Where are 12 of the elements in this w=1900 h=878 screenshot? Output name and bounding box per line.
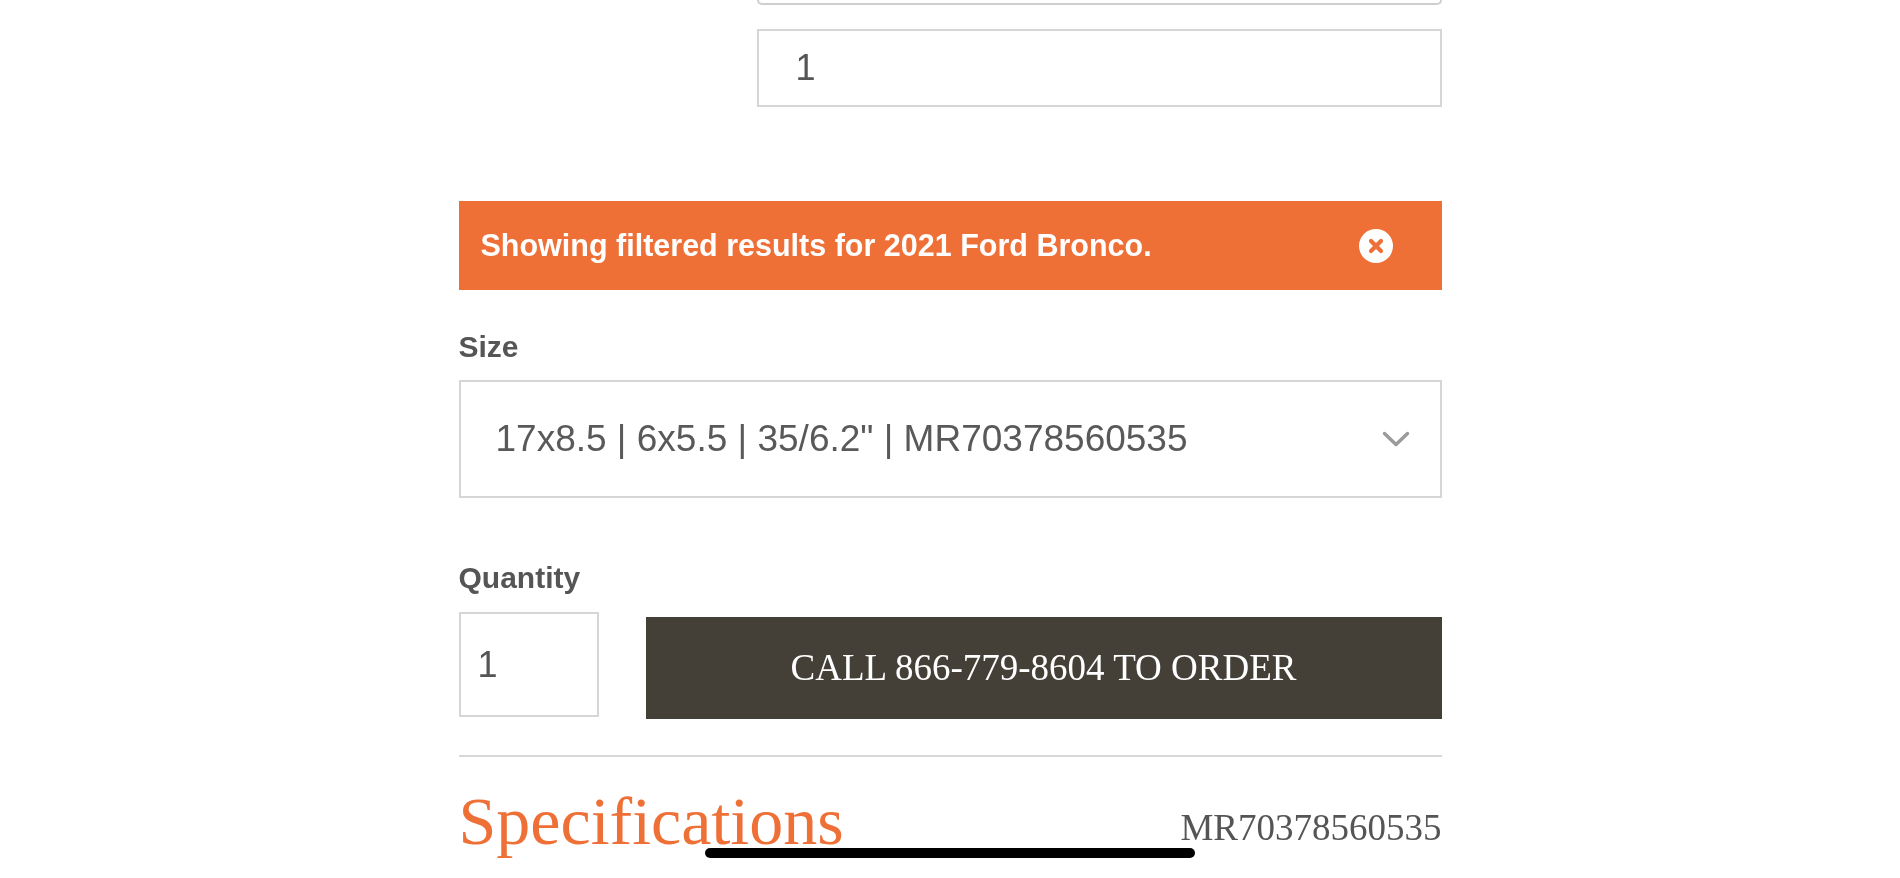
close-button[interactable] (1358, 228, 1393, 263)
banner-message: Showing filtered results for 2021 Ford Bronco. (480, 226, 1152, 265)
quantity-label: Quantity (458, 560, 581, 596)
select-field[interactable] (756, 0, 1442, 5)
size-label: Size (458, 329, 519, 365)
size-select[interactable]: 17x8.5 | 6x5.5 | 35/6.2" | MR70378560535 (458, 380, 1442, 498)
input-field[interactable]: 1 (756, 29, 1442, 107)
call-to-order-button[interactable]: CALL 866-779-8604 TO ORDER (645, 617, 1442, 719)
quantity-input[interactable]: 1 (458, 612, 599, 717)
chevron-down-icon (1381, 431, 1410, 447)
close-icon (1358, 228, 1393, 263)
part-number: MR70378560535 (1180, 809, 1442, 846)
